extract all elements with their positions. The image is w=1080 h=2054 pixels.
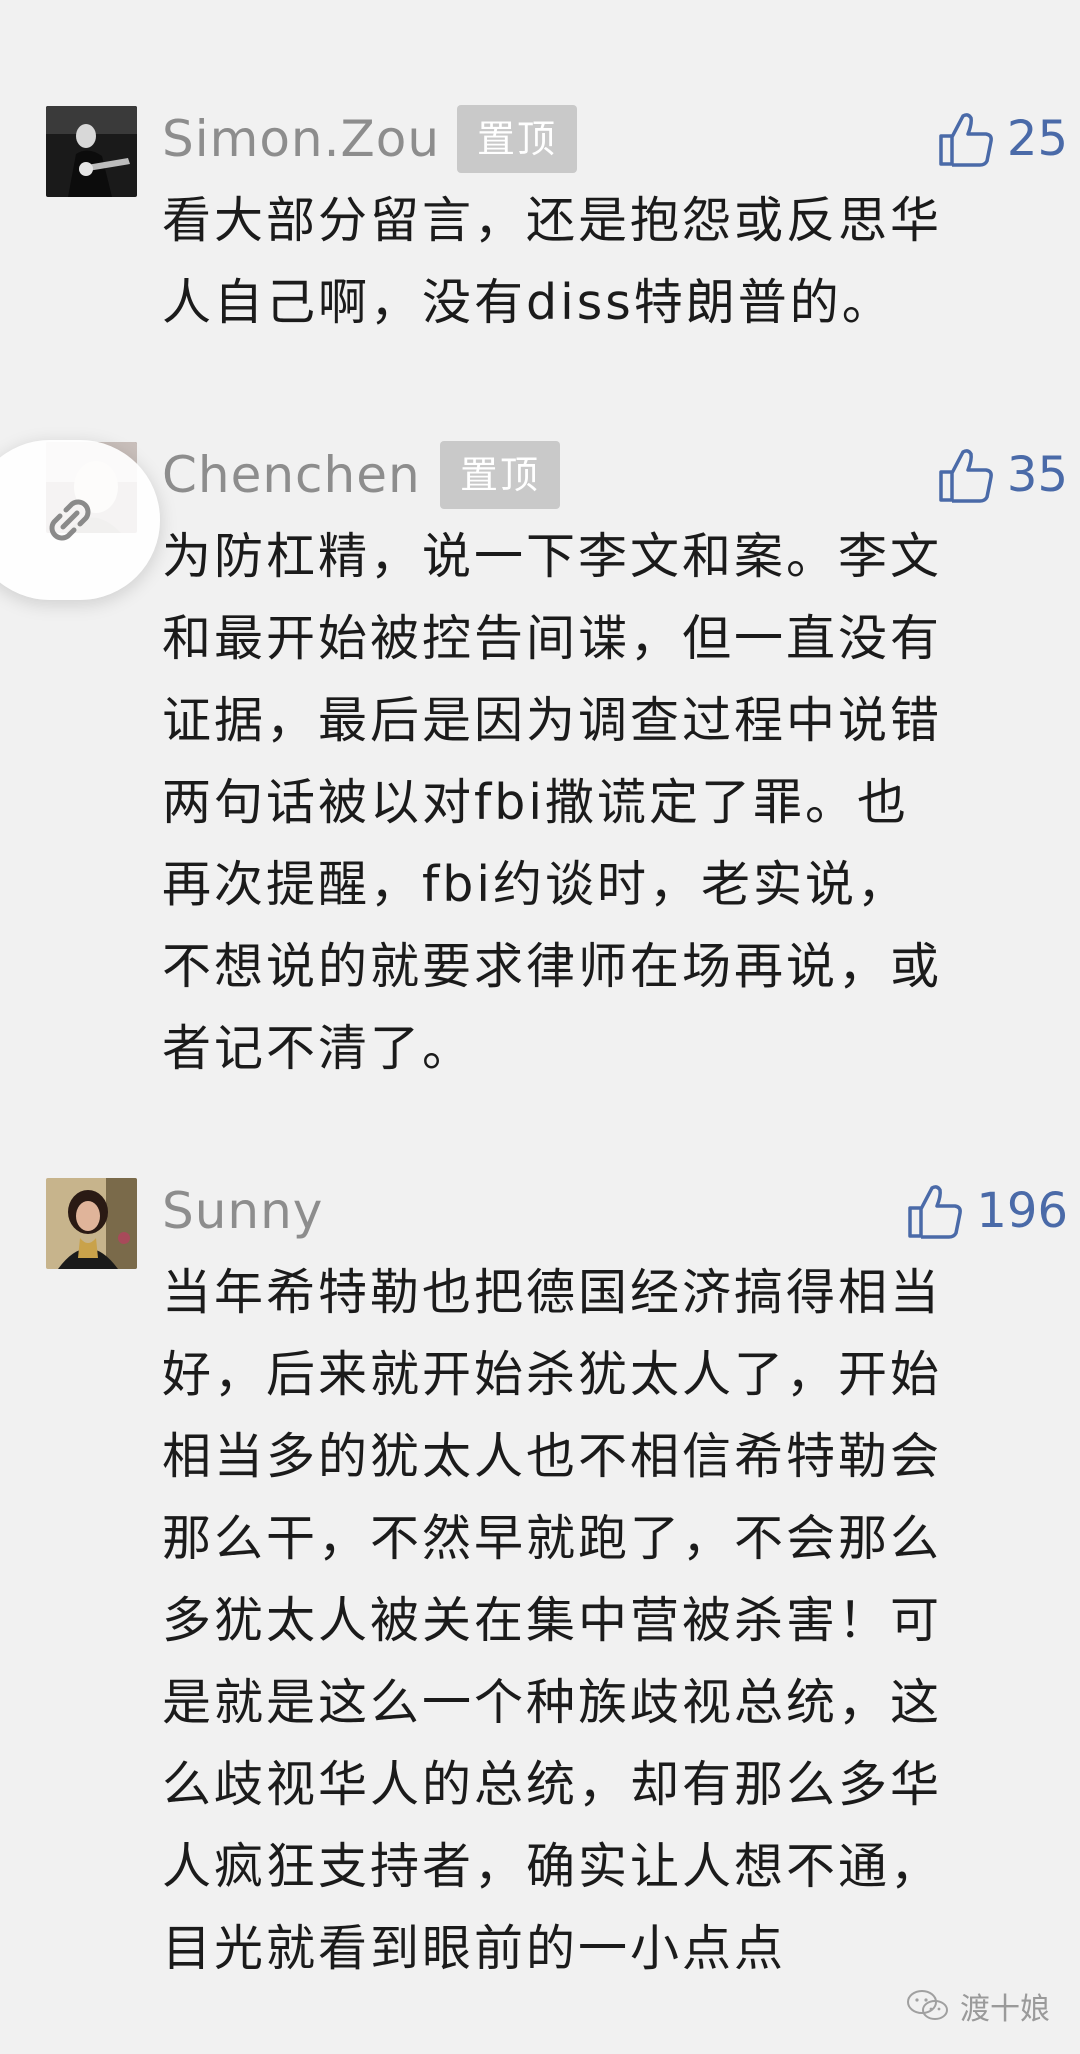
thumbs-up-icon [908,1185,963,1239]
nickname: Sunny [162,1182,324,1240]
share-link-button[interactable] [0,440,160,600]
like-button[interactable]: 25 [937,104,1068,174]
comment-list: Simon.Zou 置顶 25 看大部分留言，还是抱怨或反思华 人自己啊，没有d… [0,0,1080,2054]
thumbs-up-icon [939,113,993,167]
comment-header: Simon.Zou 置顶 25 [162,104,1068,174]
watermark-text: 渡十娘 [960,1992,1050,2027]
watermark: 渡十娘 [906,1984,1050,2028]
avatar[interactable] [46,106,137,197]
comment-header: Chenchen 置顶 35 [162,440,1068,510]
comment-text: 当年希特勒也把德国经济搞得相当 好，后来就开始杀犹太人了，开始 相当多的犹太人也… [162,1264,943,1977]
like-count: 25 [1006,111,1068,167]
like-count: 35 [1006,447,1068,503]
pinned-badge: 置顶 [440,441,561,509]
like-button[interactable]: 35 [937,440,1068,510]
like-count: 196 [976,1183,1068,1239]
wechat-icon [907,1990,948,2020]
nickname: Chenchen [162,446,421,504]
comment-text: 看大部分留言，还是抱怨或反思华 人自己啊，没有diss特朗普的。 [162,192,943,331]
pinned-badge: 置顶 [457,105,578,173]
like-button[interactable]: 196 [906,1176,1068,1246]
avatar[interactable] [46,1178,137,1269]
link-icon [49,499,91,541]
nickname: Simon.Zou [162,110,441,168]
thumbs-up-icon [939,449,993,503]
comment-header: Sunny 196 [162,1176,1068,1246]
comment-text: 为防杠精，说一下李文和案。李文 和最开始被控告间谍，但一直没有 证据，最后是因为… [162,528,943,1077]
